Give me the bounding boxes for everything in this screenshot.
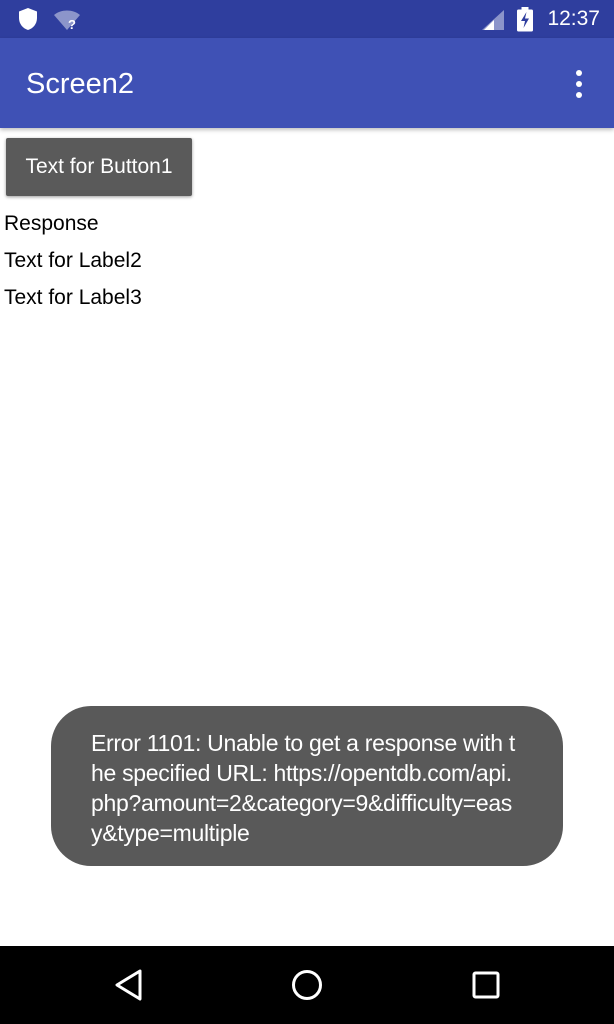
button1[interactable]: Text for Button1 (6, 138, 192, 196)
shield-icon (19, 8, 37, 30)
home-icon[interactable] (290, 968, 324, 1002)
page-title: Screen2 (26, 68, 135, 100)
label3: Text for Label3 (4, 286, 142, 309)
error-toast: Error 1101: Unable to get a response wit… (51, 706, 563, 866)
battery-charging-icon (517, 7, 533, 32)
status-time: 12:37 (547, 7, 600, 30)
wifi-question-badge: ? (68, 17, 76, 31)
label-response: Response (4, 212, 99, 235)
cell-signal-icon (482, 10, 504, 30)
more-vert-icon[interactable] (564, 66, 594, 102)
back-icon[interactable] (113, 968, 145, 1002)
toast-message: Error 1101: Unable to get a response wit… (91, 730, 515, 846)
menu-dot (576, 92, 582, 98)
label2: Text for Label2 (4, 249, 142, 272)
app-bar: Screen2 (0, 38, 614, 128)
wifi-unknown-icon: ? (54, 10, 80, 31)
recents-icon[interactable] (470, 969, 502, 1001)
menu-dot (576, 70, 582, 76)
navigation-bar (0, 946, 614, 1024)
menu-dot (576, 81, 582, 87)
status-bar: ? 12:37 (0, 0, 614, 38)
